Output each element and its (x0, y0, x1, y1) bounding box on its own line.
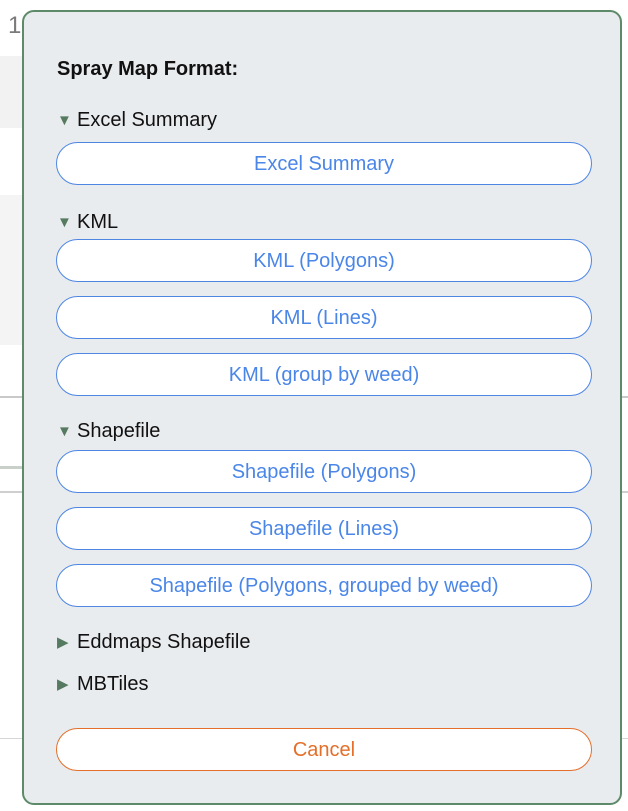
section-header-excel-summary[interactable]: ▼ Excel Summary (57, 108, 217, 132)
shapefile-polygons-grouped-by-weed-button[interactable]: Shapefile (Polygons, grouped by weed) (56, 564, 592, 607)
triangle-down-icon: ▼ (57, 422, 72, 440)
cancel-button[interactable]: Cancel (56, 728, 592, 771)
triangle-right-icon: ▶ (57, 633, 69, 651)
section-label: KML (77, 210, 119, 233)
popover-title: Spray Map Format: (57, 58, 239, 80)
shapefile-lines-button[interactable]: Shapefile (Lines) (56, 507, 592, 550)
section-header-shapefile[interactable]: ▼ Shapefile (57, 419, 160, 443)
section-label: Eddmaps Shapefile (77, 630, 251, 653)
spray-map-format-popover: Spray Map Format: ▼ Excel Summary Excel … (22, 10, 622, 805)
section-label: Excel Summary (77, 108, 218, 131)
section-label: Shapefile (77, 419, 161, 442)
kml-lines-button[interactable]: KML (Lines) (56, 296, 592, 339)
triangle-down-icon: ▼ (57, 213, 72, 231)
triangle-right-icon: ▶ (57, 675, 69, 693)
excel-summary-button[interactable]: Excel Summary (56, 142, 592, 185)
kml-group-by-weed-button[interactable]: KML (group by weed) (56, 353, 592, 396)
triangle-down-icon: ▼ (57, 111, 72, 129)
section-header-kml[interactable]: ▼ KML (57, 210, 118, 234)
section-header-eddmaps-shapefile[interactable]: ▶ Eddmaps Shapefile (57, 630, 250, 654)
shapefile-polygons-button[interactable]: Shapefile (Polygons) (56, 450, 592, 493)
background-partial-label: 1 (8, 12, 22, 39)
section-header-mbtiles[interactable]: ▶ MBTiles (57, 672, 148, 696)
kml-polygons-button[interactable]: KML (Polygons) (56, 239, 592, 282)
section-label: MBTiles (77, 672, 149, 695)
